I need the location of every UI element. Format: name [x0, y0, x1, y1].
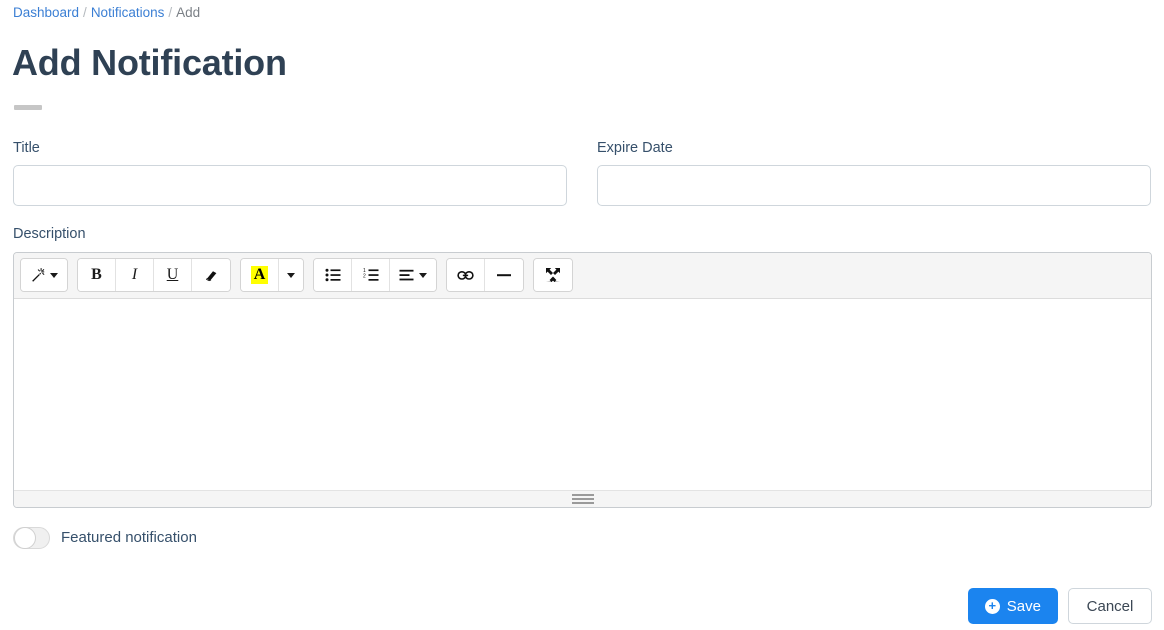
- page-title: Add Notification: [12, 42, 287, 83]
- description-label: Description: [13, 226, 86, 242]
- horizontal-rule-icon: [496, 270, 512, 280]
- font-color-dropdown-button[interactable]: [279, 259, 303, 291]
- fullscreen-button[interactable]: [534, 259, 572, 291]
- expire-date-label: Expire Date: [597, 140, 673, 156]
- bold-button[interactable]: B: [78, 259, 116, 291]
- editor-toolbar: B I U A 1 2: [14, 253, 1151, 299]
- toolbar-group-view: [533, 258, 573, 292]
- description-editor: B I U A 1 2: [13, 252, 1152, 508]
- toolbar-group-insert: [446, 258, 524, 292]
- title-input[interactable]: [13, 165, 567, 206]
- field-expire-date: Expire Date: [597, 138, 1151, 206]
- breadcrumb-item-notifications[interactable]: Notifications: [91, 5, 165, 20]
- title-label: Title: [13, 140, 40, 156]
- remove-format-button[interactable]: [192, 259, 230, 291]
- breadcrumb-item-add: Add: [176, 5, 201, 20]
- italic-button[interactable]: I: [116, 259, 154, 291]
- featured-notification-label: Featured notification: [61, 529, 197, 546]
- breadcrumb: Dashboard / Notifications / Add: [13, 4, 200, 21]
- editor-statusbar: [14, 490, 1151, 507]
- toolbar-group-style: [20, 258, 68, 292]
- magic-wand-icon: [30, 267, 46, 283]
- unordered-list-button[interactable]: [314, 259, 352, 291]
- breadcrumb-separator: /: [83, 5, 87, 20]
- chevron-down-icon: [419, 272, 427, 278]
- bold-icon: B: [91, 266, 102, 283]
- resize-grip-line: [571, 494, 594, 496]
- insert-link-button[interactable]: [447, 259, 485, 291]
- svg-text:2: 2: [363, 273, 366, 279]
- field-title: Title: [13, 138, 567, 206]
- numbered-list-icon: 1 2: [363, 268, 379, 282]
- featured-notification-row: Featured notification: [13, 527, 197, 549]
- resize-grip-line: [571, 502, 594, 504]
- link-icon: [457, 269, 474, 282]
- breadcrumb-separator: /: [168, 5, 173, 20]
- save-button[interactable]: + Save: [967, 588, 1058, 624]
- toolbar-group-font-style: B I U: [77, 258, 231, 292]
- description-editor-body[interactable]: [14, 299, 1151, 490]
- italic-icon: I: [131, 266, 138, 283]
- chevron-down-icon: [50, 272, 58, 278]
- bullet-list-icon: [325, 268, 341, 282]
- chevron-down-icon: [287, 272, 295, 278]
- add-notification-page: Dashboard / Notifications / Add Add Notifica…: [0, 0, 1164, 630]
- horizontal-rule-button[interactable]: [485, 259, 523, 291]
- toggle-knob: [14, 527, 36, 549]
- font-color-icon: A: [250, 266, 269, 284]
- expand-arrows-icon: [545, 267, 561, 283]
- align-left-icon: [399, 269, 415, 282]
- title-underline-rule: [14, 105, 42, 110]
- resize-grip-line: [571, 498, 594, 500]
- save-button-label: Save: [1006, 597, 1041, 615]
- breadcrumb-item-dashboard[interactable]: Dashboard: [13, 5, 79, 20]
- toolbar-group-lists: 1 2: [313, 258, 437, 292]
- plus-circle-icon: +: [984, 598, 1000, 614]
- underline-button[interactable]: U: [154, 259, 192, 291]
- form-row-top: Title Expire Date: [13, 138, 1152, 206]
- magic-wand-style-button[interactable]: [21, 259, 67, 291]
- paragraph-align-button[interactable]: [390, 259, 436, 291]
- toolbar-group-font-color: A: [240, 258, 304, 292]
- cancel-button-label: Cancel: [1086, 597, 1134, 615]
- featured-notification-toggle[interactable]: [13, 527, 50, 549]
- underline-icon: U: [166, 266, 179, 283]
- cancel-button[interactable]: Cancel: [1068, 588, 1152, 624]
- ordered-list-button[interactable]: 1 2: [352, 259, 390, 291]
- expire-date-input[interactable]: [597, 165, 1151, 206]
- resize-grip-icon[interactable]: [571, 494, 594, 504]
- font-color-button[interactable]: A: [241, 259, 279, 291]
- form-actions: + Save Cancel: [967, 588, 1152, 624]
- eraser-icon: [204, 268, 219, 283]
